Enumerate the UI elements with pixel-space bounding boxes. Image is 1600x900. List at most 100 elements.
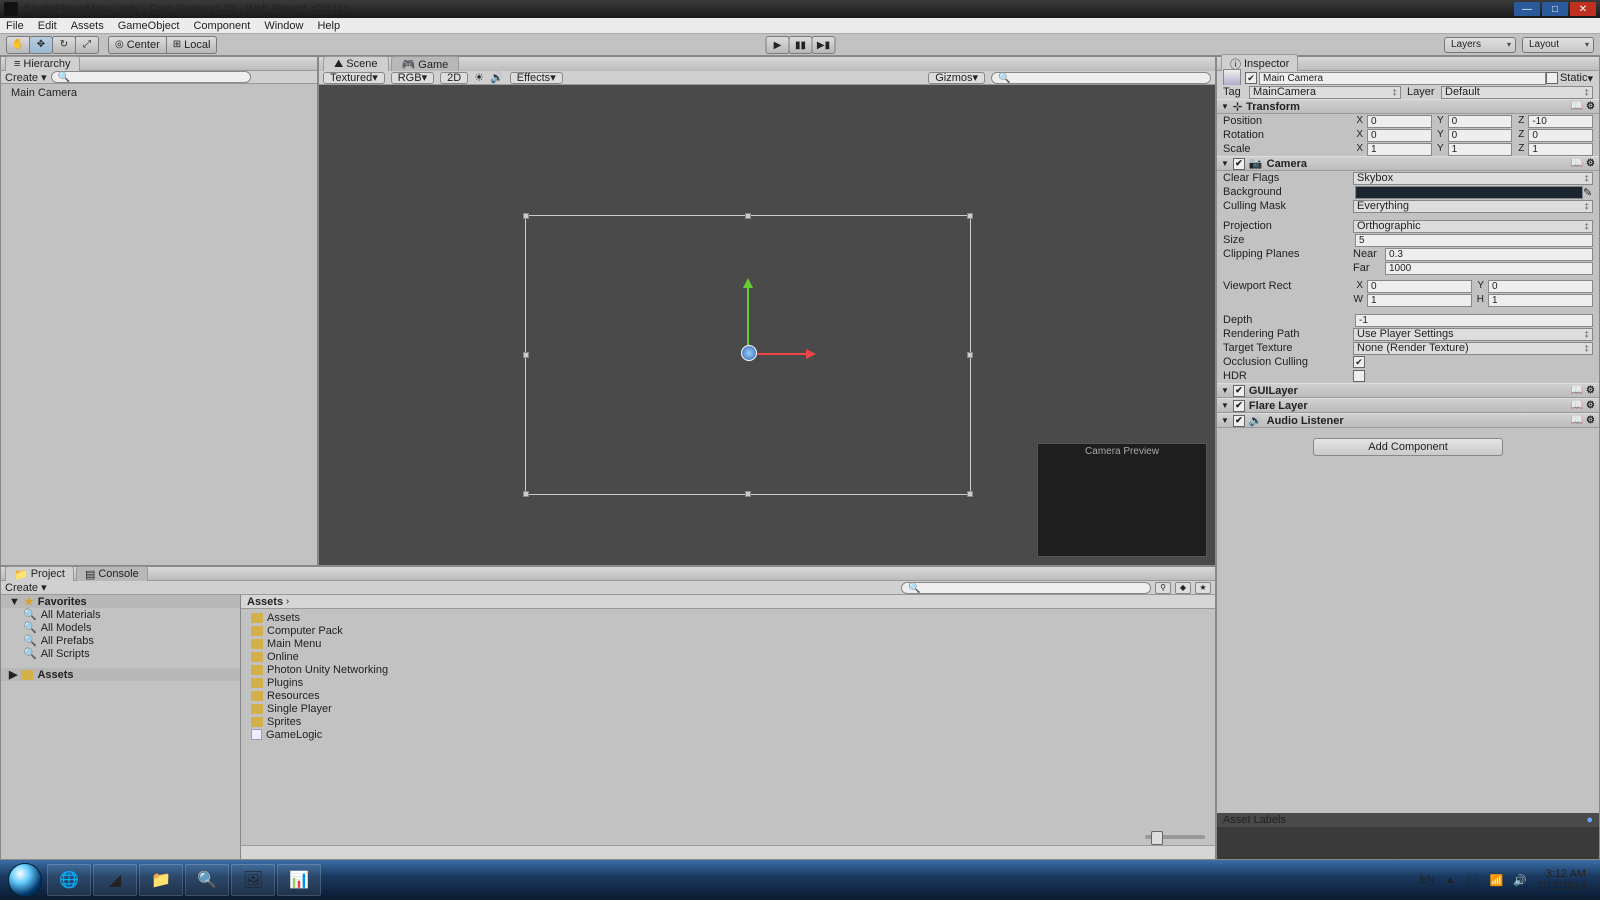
handle-icon[interactable] (967, 491, 973, 497)
hierarchy-search-input[interactable]: 🔍 (51, 71, 251, 83)
task-explorer[interactable]: 📁 (139, 864, 183, 896)
project-create-button[interactable]: Create ▾ (5, 581, 47, 594)
close-button[interactable]: ✕ (1570, 2, 1596, 16)
fav-all-prefabs[interactable]: 🔍All Prefabs (1, 634, 240, 647)
scale-tool-button[interactable]: ⤢ (75, 36, 99, 54)
lighting-icon[interactable]: ☀ (474, 71, 484, 84)
camera-component-header[interactable]: ▼✔📷 Camera📖 ⚙ (1217, 156, 1599, 171)
audiolistener-enabled-checkbox[interactable]: ✔ (1233, 415, 1245, 427)
task-chrome[interactable]: 🌐 (47, 864, 91, 896)
vp-w-field[interactable]: 1 (1367, 294, 1472, 307)
handle-icon[interactable] (745, 213, 751, 219)
layers-dropdown[interactable]: Layers (1444, 37, 1516, 53)
projection-dropdown[interactable]: Orthographic (1353, 220, 1593, 233)
folder-item[interactable]: Single Player (243, 702, 1213, 715)
menu-help[interactable]: Help (317, 20, 340, 32)
object-name-field[interactable]: Main Camera (1259, 72, 1546, 85)
pivot-local-button[interactable]: ⊞ Local (166, 36, 218, 54)
folder-item[interactable]: Main Menu (243, 637, 1213, 650)
scl-z-field[interactable]: 1 (1528, 143, 1593, 156)
effects-dropdown[interactable]: Effects ▾ (510, 72, 563, 84)
icon-size-slider[interactable] (1145, 835, 1205, 839)
task-unity[interactable]: ◢ (93, 864, 137, 896)
folder-item[interactable]: Resources (243, 689, 1213, 702)
vp-h-field[interactable]: 1 (1488, 294, 1593, 307)
rgb-dropdown[interactable]: RGB ▾ (391, 72, 434, 84)
menu-file[interactable]: File (6, 20, 24, 32)
tag-dropdown[interactable]: MainCamera (1249, 86, 1401, 99)
transform-component-header[interactable]: ▼⊹ Transform📖 ⚙ (1217, 99, 1599, 114)
camera-enabled-checkbox[interactable]: ✔ (1233, 158, 1245, 170)
task-app3[interactable]: 📊 (277, 864, 321, 896)
gizmo-y-axis-icon[interactable] (747, 281, 749, 349)
hierarchy-tab[interactable]: ≡ Hierarchy (5, 56, 80, 71)
handle-icon[interactable] (523, 491, 529, 497)
scl-y-field[interactable]: 1 (1448, 143, 1513, 156)
menu-window[interactable]: Window (264, 20, 303, 32)
folder-item[interactable]: Assets (243, 611, 1213, 624)
pos-x-field[interactable]: 0 (1367, 115, 1432, 128)
step-button[interactable]: ▶▮ (812, 36, 836, 54)
fav-all-scripts[interactable]: 🔍All Scripts (1, 647, 240, 660)
handle-icon[interactable] (967, 213, 973, 219)
tray-icon[interactable]: ▲ (1445, 874, 1456, 886)
hierarchy-item-main-camera[interactable]: Main Camera (3, 86, 315, 100)
gizmo-x-axis-icon[interactable] (751, 353, 813, 355)
rot-x-field[interactable]: 0 (1367, 129, 1432, 142)
rendering-path-dropdown[interactable]: Use Player Settings (1353, 328, 1593, 341)
hdr-checkbox[interactable] (1353, 370, 1365, 382)
vp-y-field[interactable]: 0 (1488, 280, 1593, 293)
2d-toggle[interactable]: 2D (440, 72, 468, 84)
rot-y-field[interactable]: 0 (1448, 129, 1513, 142)
script-item[interactable]: GameLogic (243, 728, 1213, 741)
pos-z-field[interactable]: -10 (1528, 115, 1593, 128)
menu-edit[interactable]: Edit (38, 20, 57, 32)
scene-view[interactable]: Camera Preview (319, 85, 1215, 565)
hand-tool-button[interactable]: ✋ (6, 36, 30, 54)
size-field[interactable]: 5 (1355, 234, 1593, 247)
asset-labels-icon[interactable]: ● (1586, 814, 1593, 826)
tray-flag-icon[interactable]: 🏳 (1466, 874, 1480, 887)
audio-icon[interactable]: 🔊 (490, 71, 504, 84)
occlusion-checkbox[interactable]: ✔ (1353, 356, 1365, 368)
scl-x-field[interactable]: 1 (1367, 143, 1432, 156)
project-breadcrumb[interactable]: Assets › (241, 595, 1215, 609)
pause-button[interactable]: ▮▮ (789, 36, 813, 54)
handle-icon[interactable] (523, 213, 529, 219)
clear-flags-dropdown[interactable]: Skybox (1353, 172, 1593, 185)
guilayer-component-header[interactable]: ▼✔ GUILayer📖 ⚙ (1217, 383, 1599, 398)
maximize-button[interactable]: □ (1542, 2, 1568, 16)
task-app2[interactable]: 🖼 (231, 864, 275, 896)
folder-item[interactable]: Photon Unity Networking (243, 663, 1213, 676)
background-color-field[interactable] (1355, 186, 1583, 199)
project-tab[interactable]: 📁 Project (5, 566, 74, 582)
camera-gizmo-icon[interactable] (741, 345, 757, 361)
fav-all-materials[interactable]: 🔍All Materials (1, 608, 240, 621)
menu-component[interactable]: Component (193, 20, 250, 32)
gear-icon[interactable]: 📖 ⚙ (1571, 101, 1595, 112)
fav-all-models[interactable]: 🔍All Models (1, 621, 240, 634)
favorites-header[interactable]: ▼★Favorites (1, 595, 240, 608)
folder-item[interactable]: Online (243, 650, 1213, 663)
scene-search-input[interactable]: 🔍 (991, 72, 1211, 84)
depth-field[interactable]: -1 (1355, 314, 1593, 327)
pos-y-field[interactable]: 0 (1448, 115, 1513, 128)
folder-item[interactable]: Sprites (243, 715, 1213, 728)
taskbar-clock[interactable]: 3:12 AM 7/13/2014 (1537, 868, 1586, 892)
play-button[interactable]: ▶ (766, 36, 790, 54)
tray-network-icon[interactable]: 📶 (1490, 874, 1504, 887)
console-tab[interactable]: ▤ Console (76, 566, 148, 582)
project-search-input[interactable]: 🔍 (901, 582, 1151, 594)
rotate-tool-button[interactable]: ↻ (52, 36, 76, 54)
menu-assets[interactable]: Assets (71, 20, 104, 32)
start-button[interactable] (4, 862, 46, 898)
handle-icon[interactable] (523, 352, 529, 358)
task-app1[interactable]: 🔍 (185, 864, 229, 896)
game-tab[interactable]: 🎮 Game (391, 56, 460, 72)
gizmos-dropdown[interactable]: Gizmos ▾ (928, 72, 985, 84)
gear-icon[interactable]: 📖 ⚙ (1571, 415, 1595, 426)
folder-item[interactable]: Computer Pack (243, 624, 1213, 637)
move-tool-button[interactable]: ✥ (29, 36, 53, 54)
minimize-button[interactable]: — (1514, 2, 1540, 16)
flarelayer-enabled-checkbox[interactable]: ✔ (1233, 400, 1245, 412)
